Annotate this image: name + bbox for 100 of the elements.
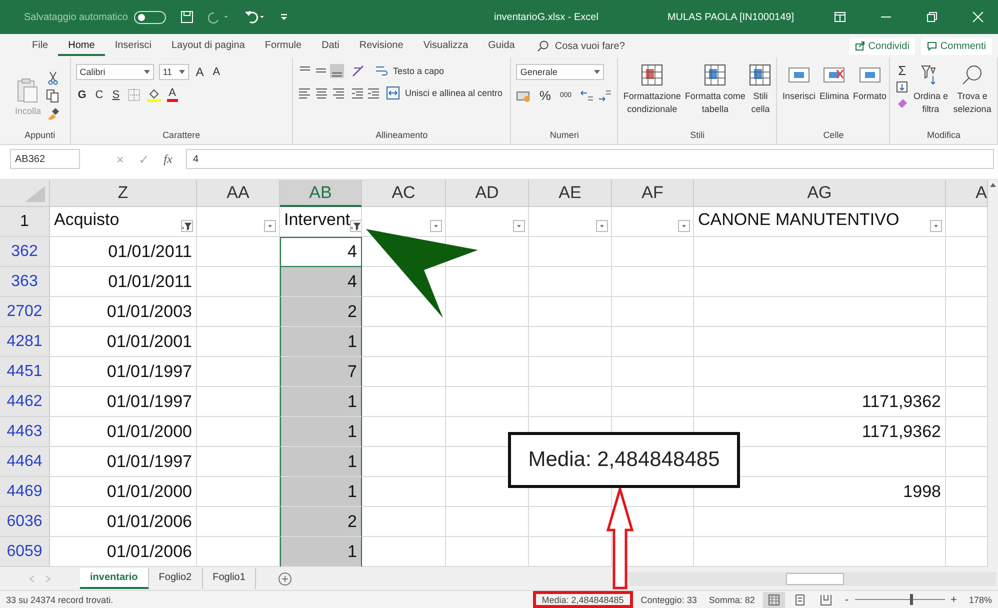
table-cell: 4 [280,237,362,267]
sheet-tab[interactable]: Foglio2 [148,568,203,589]
column-header[interactable]: AA [197,180,280,207]
italic-button[interactable]: C [93,89,106,101]
row-header[interactable]: 4451 [0,357,50,387]
menu-tab[interactable]: File [22,36,58,56]
group-label: Numeri [548,129,580,142]
menu-tab[interactable]: Revisione [349,36,414,56]
table-header-cell: Intervent [284,210,350,230]
underline-button[interactable]: S [110,89,122,101]
table-header-cell: CANONE MANUTENTIVO [698,210,900,230]
column-header[interactable]: AD [446,180,529,207]
column-header[interactable]: A [946,180,988,207]
group-label: Celle [822,129,845,142]
cells-button[interactable]: Elimina [819,90,849,103]
user-name: MULAS PAOLA [IN1000149] [667,12,794,22]
status-sum: Somma: 82 [708,594,755,604]
sheet-tab[interactable]: inventario [80,568,149,589]
row-header[interactable]: 6036 [0,507,50,537]
name-box[interactable]: AB362 [10,149,80,169]
menu-tab[interactable]: Inserisci [104,36,162,56]
menu-tab[interactable]: Guida [478,36,525,56]
table-cell: 2 [280,507,362,537]
table-cell: 01/01/2003 [50,297,197,327]
row-header[interactable]: 363 [0,267,50,297]
number-format-field[interactable]: Generale [516,64,604,80]
row-header[interactable]: 4464 [0,447,50,477]
table-cell: 01/01/2000 [50,477,197,507]
table-cell: 1 [280,537,362,567]
column-header[interactable]: AF [612,180,694,207]
zoom-level[interactable]: 178% [968,594,992,604]
insert-function-button[interactable]: fx [156,152,180,166]
table-cell: 01/01/1997 [50,357,197,387]
autosum-button[interactable]: Σ [898,64,906,77]
group-label: Appunti [24,129,56,142]
cells-button[interactable]: Formato [852,90,886,103]
table-cell: 7 [280,357,362,387]
tell-me-field[interactable]: Cosa vuoi fare? [554,40,625,52]
table-cell: 1 [280,387,362,417]
menu-tab[interactable]: Layout di pagina [162,36,255,56]
row-header[interactable]: 362 [0,237,50,267]
menu-tab[interactable]: Home [58,36,105,56]
table-cell: 2 [280,297,362,327]
shrink-font-button[interactable]: A [210,66,222,78]
table-cell: 1 [280,327,362,357]
row-header[interactable]: 1 [0,207,50,237]
formula-field[interactable]: 4 [186,149,994,169]
column-header[interactable]: AE [529,180,612,207]
styles-button[interactable]: Formatta come tabella [684,90,746,116]
table-cell: 4 [280,267,362,297]
share-button[interactable]: Condividi [849,38,916,54]
font-size-field[interactable]: 11 [158,64,189,80]
status-message: 33 su 24374 record trovati. [6,594,114,604]
row-header[interactable]: 6059 [0,537,50,567]
table-cell: 01/01/2011 [50,267,197,297]
table-cell: 01/01/1997 [50,447,197,477]
font-name-field[interactable]: Calibri [76,64,154,80]
font-color-button[interactable]: A [166,88,178,102]
wrap-text-button[interactable]: Testo a capo [392,66,444,76]
row-header[interactable]: 2702 [0,297,50,327]
sheet-tab[interactable]: Foglio1 [202,568,256,589]
zoom-in-button[interactable]: + [950,594,957,606]
comments-button[interactable]: Commenti [921,38,992,54]
menu-tab[interactable]: Formule [254,36,312,56]
table-cell: 01/01/1997 [50,387,197,417]
bold-button[interactable]: G [76,89,88,101]
column-header[interactable]: Z [50,180,197,207]
row-header[interactable]: 4281 [0,327,50,357]
editing-button[interactable]: Ordina e filtra [913,90,948,116]
row-header[interactable]: 4462 [0,387,50,417]
column-header[interactable]: AC [362,180,446,207]
zoom-out-button[interactable]: - [844,594,849,606]
table-cell: 01/01/2011 [50,237,197,267]
table-cell: 1 [280,477,362,507]
column-header[interactable]: AG [694,180,946,207]
group-label: Stili [689,129,706,142]
table-cell: 1 [280,417,362,447]
group-label: Allineamento [374,129,429,142]
menu-tab[interactable]: Dati [312,36,350,56]
menu-tab[interactable]: Visualizza [413,36,478,56]
window-title: inventarioG.xlsx - Excel [494,12,598,22]
row-header[interactable]: 4463 [0,417,50,447]
status-count: Conteggio: 33 [640,594,697,604]
merge-center-button[interactable]: Unisci e allinea al centro [404,88,503,98]
styles-button[interactable]: Stili cella [751,90,770,116]
status-average: Media: 2,484848485 [532,591,633,608]
editing-button[interactable]: Trova e seleziona [953,90,992,116]
column-header[interactable]: AB [280,180,362,207]
grow-font-button[interactable]: A [194,65,206,79]
table-cell: 01/01/2001 [50,327,197,357]
styles-button[interactable]: Formattazione condizionale [623,90,681,116]
row-header[interactable]: 4469 [0,477,50,507]
table-cell: 01/01/2006 [50,507,197,537]
table-cell: 01/01/2000 [50,417,197,447]
table-header-cell: Acquisto [54,210,120,230]
callout-text: Media: 2,484848485 [528,448,720,472]
group-label: Carattere [162,129,202,142]
table-cell: 1171,9362 [694,387,946,417]
cells-button[interactable]: Inserisci [782,90,816,103]
percent-button[interactable]: % [537,88,553,103]
